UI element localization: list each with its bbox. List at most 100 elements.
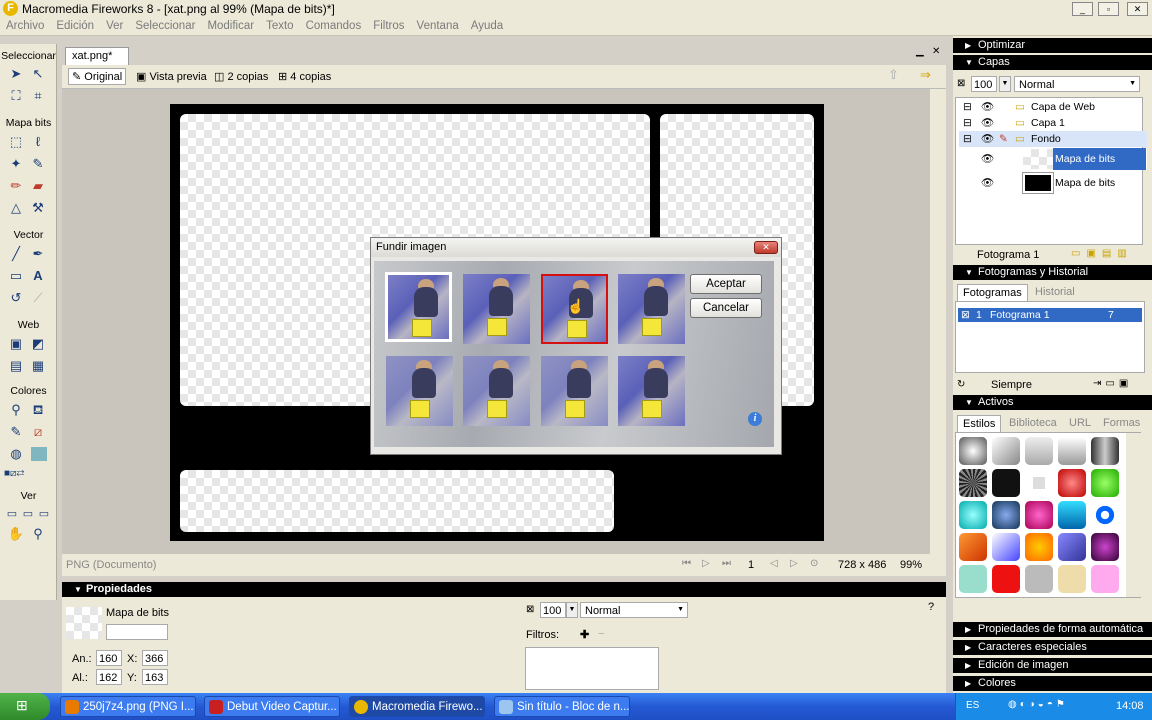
eye-icon[interactable]: 👁 bbox=[981, 99, 994, 115]
style-swatch[interactable] bbox=[1058, 469, 1086, 497]
style-swatch[interactable] bbox=[1025, 501, 1053, 529]
tab-history[interactable]: Historial bbox=[1035, 286, 1075, 298]
pen-icon[interactable]: ✒ bbox=[28, 244, 48, 264]
eraser-icon[interactable]: ▰ bbox=[28, 176, 48, 196]
hide-slices-icon[interactable]: ▤ bbox=[6, 356, 26, 376]
style-swatch[interactable] bbox=[1058, 437, 1086, 465]
height-input[interactable]: 162 bbox=[96, 669, 122, 685]
no-color-icon[interactable]: ⧄ bbox=[28, 422, 48, 442]
expand-icon[interactable]: ⊟ bbox=[963, 99, 972, 115]
tab-styles[interactable]: Estilos bbox=[957, 415, 1002, 432]
pointer-icon[interactable]: ➤ bbox=[6, 64, 26, 84]
vertical-scrollbar[interactable] bbox=[930, 89, 946, 554]
text-tool-icon[interactable]: A bbox=[28, 266, 48, 286]
fill-color-icon[interactable]: ◍ bbox=[6, 444, 26, 464]
tab-frames[interactable]: Fotogramas bbox=[957, 284, 1028, 301]
remove-filter-icon[interactable]: − bbox=[598, 628, 604, 640]
menu-ayuda[interactable]: Ayuda bbox=[465, 18, 509, 35]
x-input[interactable]: 366 bbox=[142, 650, 168, 666]
style-swatch[interactable] bbox=[1091, 501, 1119, 529]
zoom-level[interactable]: 99% bbox=[900, 559, 922, 571]
magic-wand-icon[interactable]: ✦ bbox=[6, 154, 26, 174]
hotspot-icon[interactable]: ▣ bbox=[6, 334, 26, 354]
task-fireworks[interactable]: Macromedia Firewo... bbox=[349, 696, 485, 717]
style-swatch[interactable] bbox=[1025, 533, 1053, 561]
optimize-panel-header[interactable]: ▶ Optimizar bbox=[953, 38, 1152, 53]
tab-library[interactable]: Biblioteca bbox=[1009, 417, 1057, 429]
opacity-dropdown-icon[interactable]: ▼ bbox=[566, 602, 578, 618]
style-swatch[interactable] bbox=[1091, 469, 1119, 497]
rubber-stamp-icon[interactable]: ⚒ bbox=[28, 198, 48, 218]
hand-icon[interactable]: ✋ bbox=[6, 524, 26, 544]
style-swatch[interactable] bbox=[1025, 565, 1053, 593]
eye-icon[interactable]: 👁 bbox=[981, 131, 994, 147]
view-4up-button[interactable]: ⊞ 4 copias bbox=[278, 70, 331, 83]
blur-icon[interactable]: △ bbox=[6, 198, 26, 218]
style-swatch[interactable] bbox=[959, 533, 987, 561]
layer-blend-select[interactable]: Normal ▼ bbox=[1014, 76, 1140, 92]
style-swatch[interactable] bbox=[1091, 533, 1119, 561]
full-screen-icon[interactable]: ▭ bbox=[34, 504, 54, 524]
layer-row[interactable]: ⊟ 👁 ▭ Capa 1 bbox=[959, 115, 1147, 131]
view-original-button[interactable]: ✎ Original bbox=[68, 68, 127, 85]
doc-close-icon[interactable]: ✕ bbox=[932, 46, 940, 57]
eyedropper-icon[interactable]: ⚲ bbox=[6, 400, 26, 420]
styles-scrollbar[interactable] bbox=[1126, 433, 1141, 597]
frame-actions-icon[interactable]: ⇥▭▣ bbox=[1093, 378, 1132, 389]
zoom-icon[interactable]: ⚲ bbox=[28, 524, 48, 544]
menu-comandos[interactable]: Comandos bbox=[300, 18, 368, 35]
style-swatch[interactable] bbox=[1025, 437, 1053, 465]
preview-thumbnail[interactable] bbox=[463, 356, 530, 426]
tab-url[interactable]: URL bbox=[1069, 417, 1091, 429]
style-swatch[interactable] bbox=[1058, 533, 1086, 561]
frame-next-icon[interactable]: ▷ bbox=[790, 558, 798, 569]
preview-thumbnail[interactable] bbox=[618, 274, 685, 344]
style-swatch[interactable] bbox=[959, 437, 987, 465]
preview-thumbnail[interactable] bbox=[541, 356, 608, 426]
frame-first-icon[interactable]: ⏮ bbox=[682, 558, 691, 569]
default-colors-icon[interactable]: ■⧄⇄ bbox=[4, 464, 24, 484]
freeform-icon[interactable]: ↺ bbox=[6, 288, 26, 308]
y-input[interactable]: 163 bbox=[142, 669, 168, 685]
crop-icon[interactable]: ⌗ bbox=[28, 86, 48, 106]
brush-icon[interactable]: ✎ bbox=[28, 154, 48, 174]
pencil-icon[interactable]: ✏ bbox=[6, 176, 26, 196]
slice-icon[interactable]: ◩ bbox=[28, 334, 48, 354]
preview-thumbnail[interactable] bbox=[618, 356, 685, 426]
style-swatch[interactable] bbox=[1058, 565, 1086, 593]
style-swatch[interactable] bbox=[959, 501, 987, 529]
preview-thumbnail[interactable] bbox=[386, 356, 453, 426]
style-swatch[interactable] bbox=[992, 501, 1020, 529]
loop-value[interactable]: Siempre bbox=[991, 379, 1032, 391]
auto-shape-properties-header[interactable]: ▶ Propiedades de forma automática bbox=[953, 622, 1152, 637]
style-swatch[interactable] bbox=[959, 469, 987, 497]
layer-opacity-input[interactable]: 100 bbox=[971, 76, 997, 92]
frames-history-header[interactable]: ▼ Fotogramas y Historial bbox=[953, 265, 1152, 280]
fill-swatch[interactable] bbox=[31, 447, 47, 461]
style-swatch[interactable] bbox=[1058, 501, 1086, 529]
maximize-button[interactable]: ▫ bbox=[1098, 2, 1119, 16]
layer-actions-icon[interactable]: ▭▣▤▥ bbox=[1071, 248, 1133, 259]
minimize-button[interactable]: _ bbox=[1072, 2, 1093, 16]
task-debut[interactable]: Debut Video Captur... bbox=[204, 696, 340, 717]
style-swatch[interactable] bbox=[992, 469, 1020, 497]
subselect-icon[interactable]: ↖ bbox=[28, 64, 48, 84]
lasso-icon[interactable]: ℓ bbox=[28, 132, 48, 152]
style-swatch[interactable] bbox=[1025, 469, 1053, 497]
menu-modificar[interactable]: Modificar bbox=[201, 18, 260, 35]
task-browser[interactable]: 250j7z4.png (PNG I... bbox=[60, 696, 196, 717]
menu-filtros[interactable]: Filtros bbox=[367, 18, 410, 35]
export-icon[interactable]: ⇧ bbox=[888, 67, 899, 83]
frame-last-icon[interactable]: ⏭ bbox=[722, 558, 731, 569]
task-notepad[interactable]: Sin título - Bloc de n... bbox=[494, 696, 630, 717]
rectangle-icon[interactable]: ▭ bbox=[6, 266, 26, 286]
close-button[interactable]: ✕ bbox=[1127, 2, 1148, 16]
transparent-bitmap-3[interactable] bbox=[180, 470, 614, 532]
assets-header[interactable]: ▼ Activos bbox=[953, 395, 1152, 410]
frame-row[interactable]: ⊠ 1 Fotograma 1 7 bbox=[958, 308, 1142, 322]
menu-ventana[interactable]: Ventana bbox=[411, 18, 465, 35]
properties-header[interactable]: ▼ Propiedades bbox=[62, 582, 946, 597]
doc-minimize-icon[interactable]: ▁ bbox=[916, 46, 924, 57]
layer-opacity-dropdown-icon[interactable]: ▼ bbox=[999, 76, 1011, 92]
object-name-input[interactable] bbox=[106, 624, 168, 640]
